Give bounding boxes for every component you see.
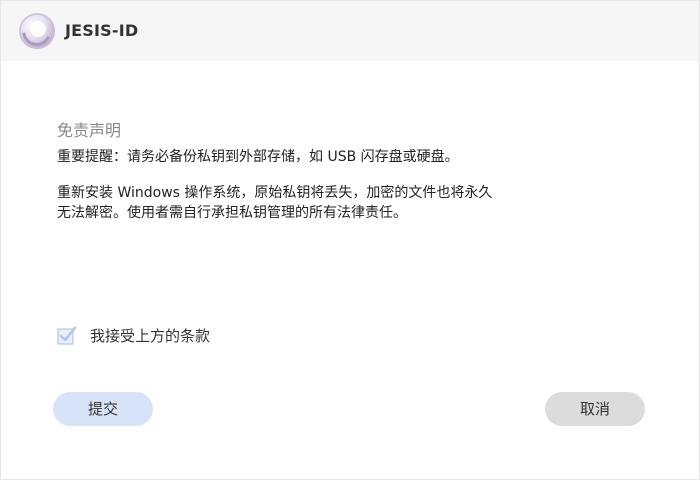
cancel-button[interactable]: 取消 [545,392,645,426]
app-title: JESIS-ID [65,21,139,40]
submit-button[interactable]: 提交 [53,392,153,426]
app-logo-icon [18,12,56,50]
disclaimer-paragraph: 重新安装 Windows 操作系统，原始私钥将丢失，加密的文件也将永久 无法解密… [57,183,577,223]
disclaimer-line-2: 无法解密。使用者需自行承担私钥管理的所有法律责任。 [57,205,407,221]
backup-notice: 重要提醒：请务必备份私钥到外部存储，如 USB 闪存盘或硬盘。 [57,149,459,165]
disclaimer-heading: 免责声明 [57,121,122,140]
checkmark-icon [57,326,77,345]
app-window: JESIS-ID 免责声明 重要提醒：请务必备份私钥到外部存储，如 USB 闪存… [0,0,700,480]
agree-terms-checkbox[interactable] [57,326,77,345]
agree-terms-label[interactable]: 我接受上方的条款 [90,325,210,346]
title-bar: JESIS-ID [1,1,699,61]
disclaimer-line-1: 重新安装 Windows 操作系统，原始私钥将丢失，加密的文件也将永久 [57,185,493,201]
agree-terms-checkbox-row[interactable]: 我接受上方的条款 [57,324,210,346]
